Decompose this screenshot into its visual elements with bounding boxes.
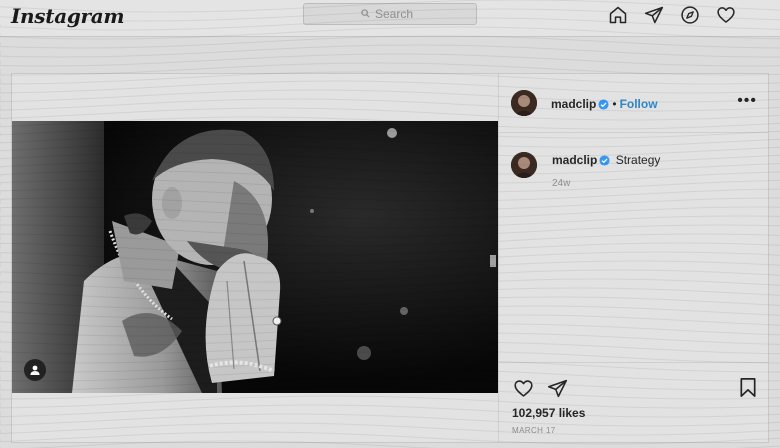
verified-badge-icon bbox=[598, 99, 609, 113]
likes-count[interactable]: 102,957 likes bbox=[512, 406, 585, 420]
caption-avatar[interactable] bbox=[511, 152, 537, 178]
share-icon[interactable] bbox=[546, 377, 568, 399]
search-box[interactable] bbox=[303, 3, 477, 25]
caption-text: Strategy bbox=[615, 153, 661, 167]
caption-username[interactable]: madclip bbox=[552, 153, 597, 167]
like-icon[interactable] bbox=[512, 377, 534, 399]
instagram-logo[interactable]: Instagram bbox=[11, 4, 125, 28]
post-date: MARCH 17 bbox=[512, 426, 556, 435]
nav-icon-group bbox=[607, 4, 736, 25]
caption: madclip Strategy bbox=[552, 153, 660, 169]
separator-dot: • bbox=[612, 97, 617, 111]
post-footer: 102,957 likes MARCH 17 bbox=[499, 362, 769, 443]
author-avatar[interactable] bbox=[511, 90, 537, 116]
action-bar bbox=[512, 377, 568, 399]
search-input[interactable] bbox=[375, 7, 419, 21]
follow-button[interactable]: Follow bbox=[620, 97, 658, 111]
user-tag-icon[interactable] bbox=[24, 359, 46, 381]
more-options-icon[interactable]: ••• bbox=[737, 93, 757, 109]
post-header: madclip • Follow ••• bbox=[499, 74, 769, 133]
wave-line bbox=[0, 53, 780, 67]
caption-age: 24w bbox=[552, 178, 571, 189]
search-icon bbox=[361, 5, 370, 23]
bookmark-icon[interactable] bbox=[739, 377, 757, 403]
home-icon[interactable] bbox=[607, 4, 628, 25]
post-card: madclip • Follow ••• madclip Strategy 24w bbox=[11, 73, 769, 443]
wave-line bbox=[0, 44, 780, 58]
wave-line bbox=[0, 35, 780, 49]
post-photo[interactable] bbox=[12, 121, 498, 393]
verified-badge-icon bbox=[599, 155, 610, 169]
author-username[interactable]: madclip bbox=[551, 97, 596, 111]
activity-heart-icon[interactable] bbox=[715, 4, 736, 25]
top-navigation-bar: Instagram bbox=[0, 0, 780, 37]
post-sidebar: madclip • Follow ••• madclip Strategy 24w bbox=[498, 74, 769, 442]
post-header-line: madclip • Follow bbox=[551, 97, 658, 113]
explore-icon[interactable] bbox=[679, 4, 700, 25]
direct-icon[interactable] bbox=[643, 4, 664, 25]
